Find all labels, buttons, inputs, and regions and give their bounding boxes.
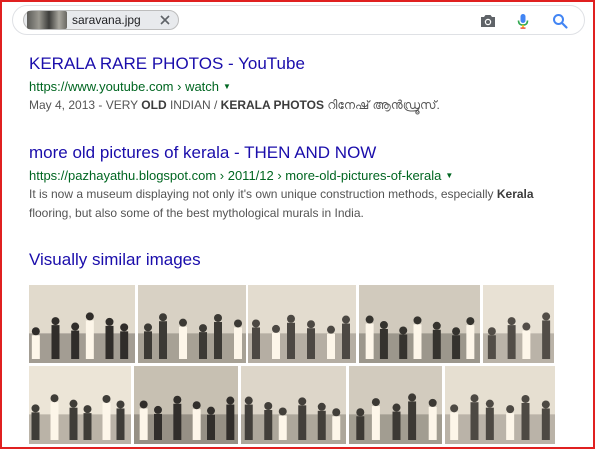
result-date: May 4, 2013 - [29,98,103,112]
dropdown-caret-icon[interactable]: ▼ [445,171,453,180]
snippet-highlight: KERALA PHOTOS [220,98,324,112]
similar-image-thumbnail[interactable] [483,285,554,363]
camera-icon[interactable] [479,12,497,30]
snippet-line-1: It is now a museum displaying not only i… [29,185,569,204]
dropdown-caret-icon[interactable]: ▼ [223,82,231,91]
snippet-text: VERY [102,98,142,112]
microphone-icon[interactable] [514,12,532,30]
visually-similar-heading[interactable]: Visually similar images [29,250,201,270]
snippet-highlight: Kerala [496,187,534,201]
result-snippet: May 4, 2013 - VERY OLD INDIAN / KERALA P… [29,96,569,115]
similar-image-thumbnail[interactable] [445,366,555,444]
result-url: https://pazhayathu.blogspot.com › 2011/1… [29,167,569,185]
image-query-chip[interactable]: saravana.jpg [23,10,179,30]
snippet-text: INDIAN / [166,98,221,112]
similar-image-thumbnail[interactable] [248,285,356,363]
result-url: https://www.youtube.com › watch ▼ [29,78,569,96]
query-image-thumbnail [27,11,67,29]
result-title-main: more old pictures of kerala [29,143,230,162]
snippet-highlight: OLD [141,98,167,112]
result-url-text: https://www.youtube.com › watch [29,79,220,94]
search-icon[interactable] [551,12,569,30]
similar-image-thumbnail[interactable] [359,285,480,363]
result-snippet: It is now a museum displaying not only i… [29,185,569,223]
search-result-1: KERALA RARE PHOTOS - YouTube https://www… [29,53,569,115]
result-title-site: - THEN AND NOW [229,143,377,162]
close-icon[interactable] [158,13,172,27]
snippet-text: It is now a museum displaying not only i… [29,187,497,201]
similar-image-thumbnail[interactable] [134,366,238,444]
result-title-site: - YouTube [223,54,305,73]
result-title-link[interactable]: KERALA RARE PHOTOS - YouTube [29,53,569,75]
search-result-2: more old pictures of kerala - THEN AND N… [29,142,569,223]
result-url-text: https://pazhayathu.blogspot.com › 2011/1… [29,168,442,183]
similar-image-thumbnail[interactable] [29,285,135,363]
similar-image-thumbnail[interactable] [29,366,131,444]
snippet-text: റിനേഷ് ആന്‍ഡ്രൂസ്. [324,98,440,112]
similar-image-thumbnail[interactable] [241,366,346,444]
snippet-line-2: flooring, but also some of the best myth… [29,206,364,220]
result-title-main: KERALA RARE PHOTOS [29,54,224,73]
similar-image-thumbnail[interactable] [349,366,442,444]
search-results-page: { "search": { "chip_label": "saravana.jp… [0,0,595,449]
similar-image-thumbnail[interactable] [138,285,246,363]
query-image-filename: saravana.jpg [72,13,141,27]
result-title-link[interactable]: more old pictures of kerala - THEN AND N… [29,142,569,164]
search-box[interactable]: saravana.jpg [12,5,585,35]
